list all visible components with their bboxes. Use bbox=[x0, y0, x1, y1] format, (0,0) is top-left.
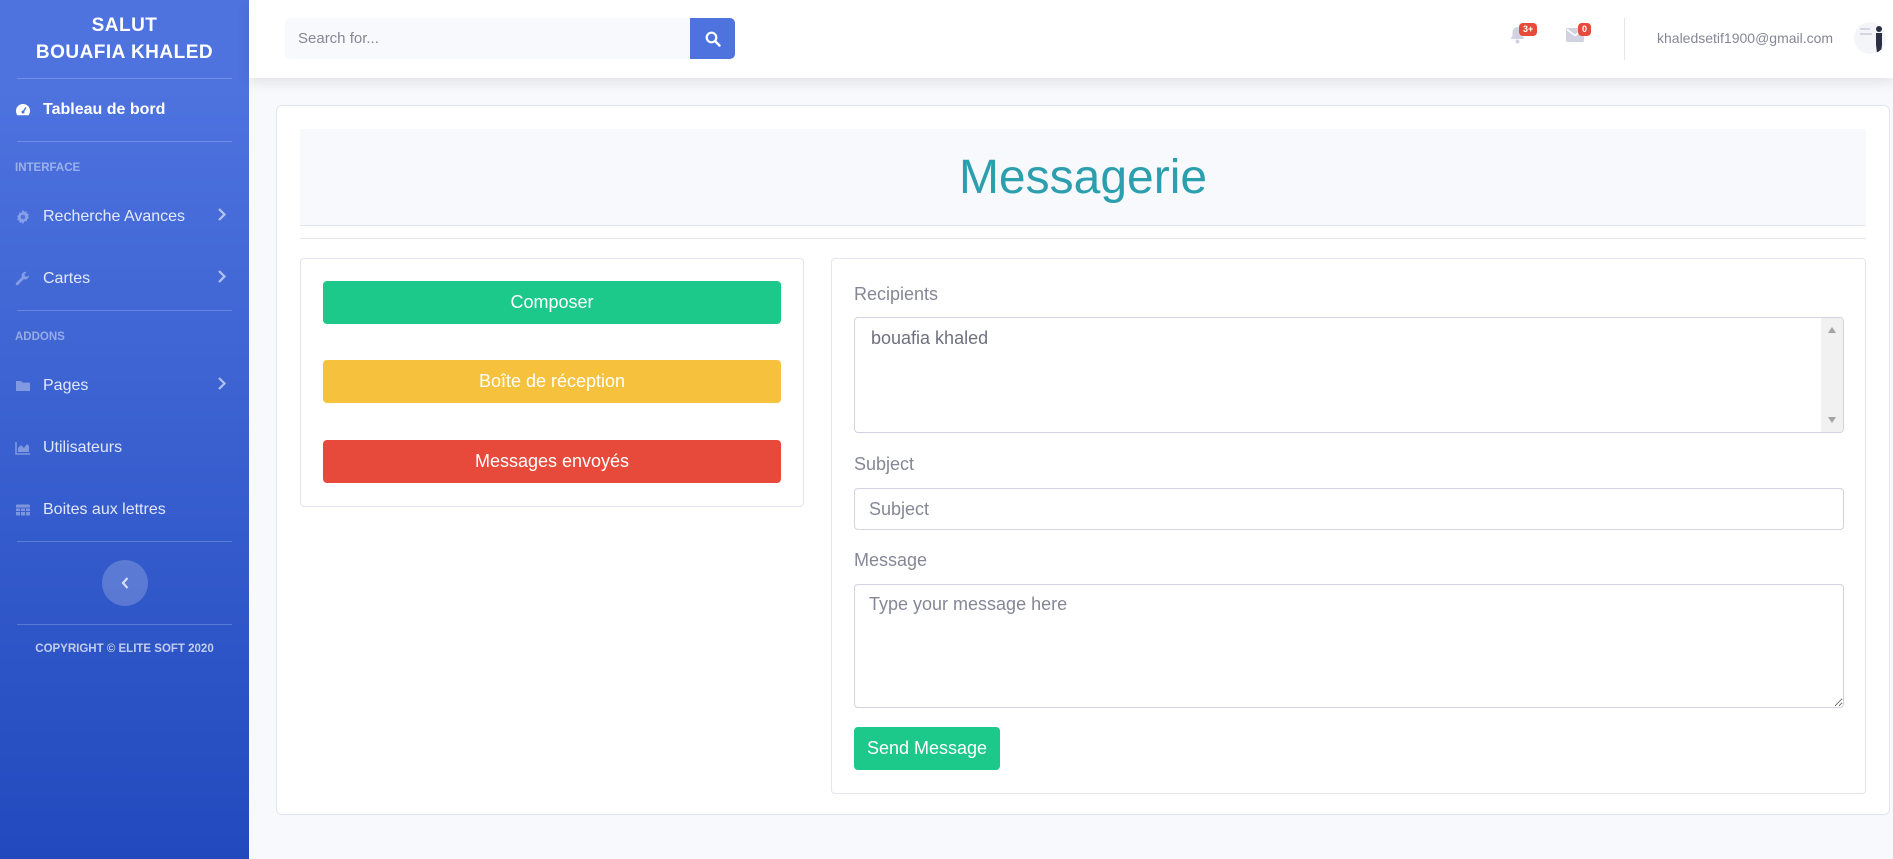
subject-label: Subject bbox=[854, 454, 915, 474]
sidebar-item-label: Boites aux lettres bbox=[43, 501, 166, 518]
messages-dropdown[interactable]: 0 bbox=[1566, 23, 1592, 47]
folder-icon bbox=[15, 378, 43, 394]
subject-input[interactable] bbox=[854, 488, 1844, 530]
brand-line-2: BOUAFIA KHALED bbox=[35, 42, 214, 63]
cog-icon bbox=[15, 209, 43, 225]
recipient-option[interactable]: bouafia khaled bbox=[871, 328, 988, 349]
sidebar-item-utilisateurs[interactable]: Utilisateurs bbox=[0, 417, 249, 479]
sidebar-heading-addons: ADDONS bbox=[15, 331, 65, 343]
search-icon bbox=[705, 31, 721, 47]
inbox-button[interactable]: Boîte de réception bbox=[323, 360, 781, 403]
copyright-text: COPYRIGHT © ELITE SOFT 2020 bbox=[35, 643, 214, 655]
topbar: 3+ 0 khaledsetif1900@gmail.com bbox=[249, 0, 1893, 78]
sidebar-item-cartes[interactable]: Cartes bbox=[0, 248, 249, 310]
sidebar-item-label: Recherche Avances bbox=[43, 208, 186, 225]
sidebar-item-recherche-avances[interactable]: Recherche Avances bbox=[0, 186, 249, 248]
user-email[interactable]: khaledsetif1900@gmail.com bbox=[1657, 30, 1833, 46]
compose-button[interactable]: Composer bbox=[323, 281, 781, 324]
message-textarea[interactable] bbox=[854, 584, 1844, 708]
search-input[interactable] bbox=[285, 18, 690, 59]
chart-area-icon bbox=[15, 440, 43, 456]
messages-badge: 0 bbox=[1578, 23, 1592, 36]
chevron-right-icon bbox=[217, 208, 227, 227]
page-header: Messagerie bbox=[300, 129, 1866, 226]
scroll-up-arrow-icon bbox=[1828, 327, 1836, 333]
sidebar-heading-interface: INTERFACE bbox=[15, 162, 81, 174]
sidebar-brand[interactable]: SALUT BOUAFIA KHALED bbox=[0, 0, 249, 78]
sidebar-item-label: Tableau de bord bbox=[43, 101, 166, 118]
topbar-divider bbox=[1624, 18, 1625, 60]
sidebar-item-dashboard[interactable]: Tableau de bord bbox=[0, 79, 249, 141]
table-icon bbox=[15, 502, 43, 518]
alerts-dropdown[interactable]: 3+ bbox=[1509, 23, 1538, 49]
message-label: Message bbox=[854, 550, 928, 570]
sidebar-item-label: Cartes bbox=[43, 270, 91, 287]
sidebar: SALUT BOUAFIA KHALED Tableau de bord INT… bbox=[0, 0, 249, 859]
sidebar-item-boites-aux-lettres[interactable]: Boites aux lettres bbox=[0, 479, 249, 541]
recipients-scrollbar[interactable] bbox=[1821, 318, 1843, 432]
page-title: Messagerie bbox=[958, 150, 1208, 204]
tachometer-icon bbox=[15, 102, 43, 118]
sidebar-item-label: Pages bbox=[43, 377, 89, 394]
brand-line-1: SALUT bbox=[91, 15, 158, 36]
sidebar-toggle-button[interactable] bbox=[101, 560, 148, 606]
sidebar-item-label: Utilisateurs bbox=[43, 439, 123, 456]
scroll-down-arrow-icon bbox=[1828, 417, 1836, 423]
recipients-label: Recipients bbox=[854, 284, 939, 304]
recipients-select[interactable]: bouafia khaled bbox=[854, 317, 1844, 433]
messagerie-card: Messagerie Composer Boîte de réception M… bbox=[276, 105, 1890, 815]
wrench-icon bbox=[15, 271, 43, 287]
send-message-button[interactable]: Send Message bbox=[854, 727, 1000, 770]
chevron-left-icon bbox=[121, 577, 128, 589]
user-avatar[interactable] bbox=[1854, 22, 1886, 54]
sent-messages-button[interactable]: Messages envoyés bbox=[323, 440, 781, 483]
search-button[interactable] bbox=[690, 18, 735, 59]
chevron-right-icon bbox=[217, 377, 227, 396]
sidebar-toggle-wrap bbox=[0, 542, 249, 624]
alerts-badge: 3+ bbox=[1519, 23, 1538, 36]
avatar-image bbox=[1854, 22, 1886, 54]
header-divider bbox=[300, 238, 1866, 239]
mailbox-nav-panel: Composer Boîte de réception Messages env… bbox=[300, 258, 804, 507]
sidebar-item-pages[interactable]: Pages bbox=[0, 355, 249, 417]
chevron-right-icon bbox=[217, 270, 227, 289]
compose-form-panel: Recipients bouafia khaled Subject Messag… bbox=[831, 258, 1866, 794]
